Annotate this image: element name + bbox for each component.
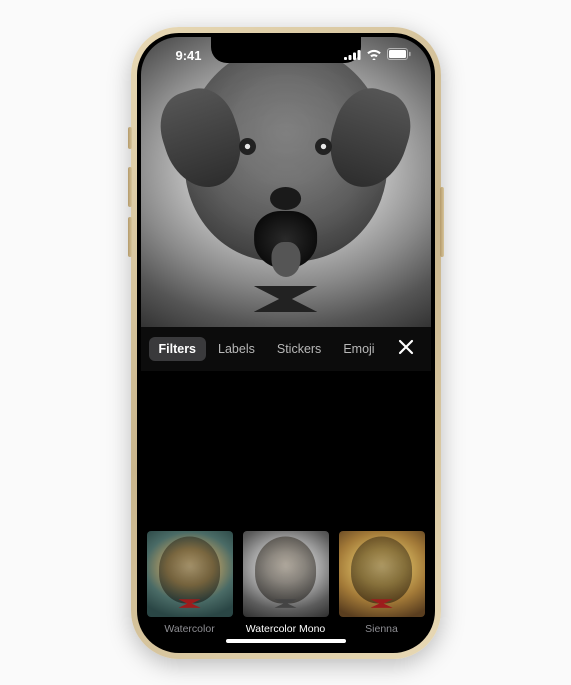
volume-up-button xyxy=(128,167,132,207)
filter-strip[interactable]: Watercolor Watercolor Mono Sienna xyxy=(141,523,431,649)
preview-image-content xyxy=(141,37,431,327)
tab-stickers[interactable]: Stickers xyxy=(267,337,331,361)
filter-thumbnails: Watercolor Watercolor Mono Sienna xyxy=(149,531,423,635)
filter-thumbnail-image xyxy=(147,531,233,617)
photo-preview[interactable] xyxy=(141,37,431,327)
status-bar: 9:41 xyxy=(141,37,431,69)
device-bezel: 9:41 xyxy=(137,33,435,653)
wifi-icon xyxy=(366,48,382,63)
editor-toolbar: Filters Labels Stickers Emoji xyxy=(141,327,431,371)
cellular-signal-icon xyxy=(344,48,361,63)
screen: 9:41 xyxy=(141,37,431,649)
filter-option-watercolor-mono[interactable]: Watercolor Mono xyxy=(243,531,329,635)
close-icon xyxy=(397,339,415,361)
battery-icon xyxy=(387,48,411,63)
filter-label: Watercolor Mono xyxy=(246,623,326,635)
filter-label: Sienna xyxy=(365,623,398,635)
device-frame: 9:41 xyxy=(131,27,441,659)
home-indicator[interactable] xyxy=(226,639,346,643)
filter-label: Watercolor xyxy=(164,623,214,635)
filter-option-watercolor[interactable]: Watercolor xyxy=(147,531,233,635)
power-button xyxy=(440,187,444,257)
filter-option-sienna[interactable]: Sienna xyxy=(339,531,425,635)
editor-tabs: Filters Labels Stickers Emoji xyxy=(149,337,387,361)
tab-labels[interactable]: Labels xyxy=(208,337,265,361)
tab-emoji[interactable]: Emoji xyxy=(333,337,384,361)
spacer xyxy=(141,371,431,523)
status-indicators xyxy=(344,48,411,63)
volume-down-button xyxy=(128,217,132,257)
filter-thumbnail-image xyxy=(243,531,329,617)
status-time: 9:41 xyxy=(161,48,217,63)
mute-switch xyxy=(128,127,132,149)
tab-filters[interactable]: Filters xyxy=(149,337,207,361)
filter-thumbnail-image xyxy=(339,531,425,617)
close-button[interactable] xyxy=(391,334,421,364)
